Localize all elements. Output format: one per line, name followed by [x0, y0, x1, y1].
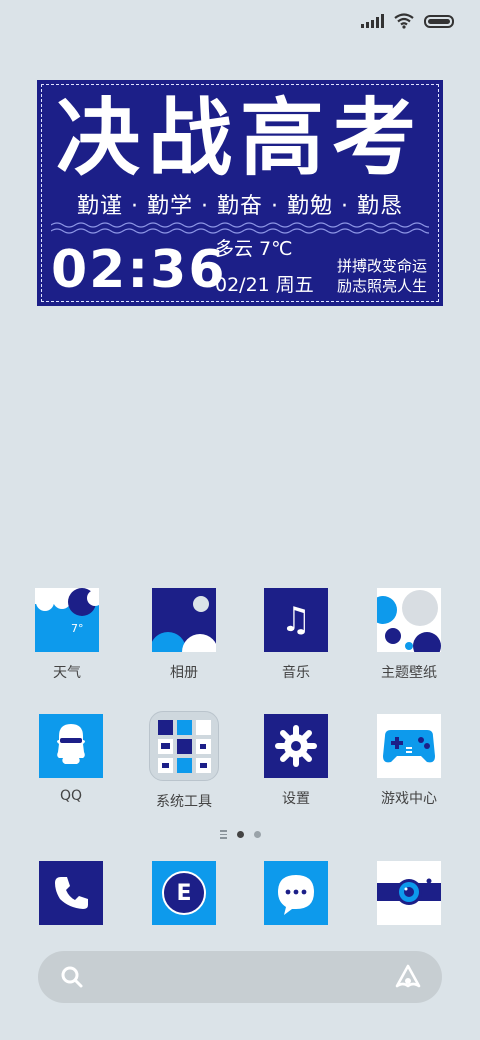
status-bar	[361, 10, 454, 32]
app-weather[interactable]: 7° 天气	[17, 588, 117, 682]
app-label: QQ	[59, 788, 83, 804]
page-dot-active[interactable]	[236, 830, 244, 838]
app-label: 主题壁纸	[381, 665, 437, 681]
search-icon[interactable]	[60, 965, 84, 989]
camera-icon	[377, 861, 441, 925]
app-settings[interactable]: 设置	[246, 714, 346, 808]
browser-e-icon: E	[152, 861, 216, 925]
app-label: 音乐	[282, 665, 310, 681]
page-dot[interactable]	[253, 830, 261, 838]
settings-gear-icon	[264, 714, 328, 778]
gallery-icon	[152, 588, 216, 652]
widget-motto: 勤谨 · 勤学 · 勤奋 · 勤勉 · 勤恳	[77, 194, 403, 219]
search-bar[interactable]	[38, 951, 442, 1003]
app-qq[interactable]: QQ	[21, 714, 121, 804]
app-game-center[interactable]: 游戏中心	[359, 714, 459, 808]
widget-slogan: 拼搏改变命运 励志照亮人生	[337, 256, 427, 296]
signal-icon	[361, 14, 384, 28]
system-tools-folder-icon	[149, 711, 219, 781]
widget-title: 决战高考	[55, 89, 424, 187]
messages-icon	[264, 861, 328, 925]
weather-temp: 7°	[71, 622, 84, 635]
app-music[interactable]: ♫ 音乐	[246, 588, 346, 682]
music-note-glyph: ♫	[280, 600, 312, 640]
qq-icon	[39, 714, 103, 778]
phone-icon	[39, 861, 103, 925]
weather-icon: 7°	[35, 588, 99, 652]
game-controller-icon	[377, 714, 441, 778]
page-indicator[interactable]	[0, 830, 480, 839]
wifi-icon	[394, 13, 414, 29]
dock-messages[interactable]	[246, 861, 346, 925]
app-label: 相册	[170, 665, 198, 681]
app-label: 天气	[53, 665, 81, 681]
slogan-line-2: 励志照亮人生	[336, 277, 427, 295]
app-themes[interactable]: 主题壁纸	[359, 588, 459, 682]
widget-date[interactable]: 02/21 周五	[215, 270, 314, 297]
dock-browser[interactable]: E	[134, 861, 234, 925]
themes-icon	[377, 588, 441, 652]
assistant-icon[interactable]	[394, 963, 422, 991]
dock-phone[interactable]	[21, 861, 121, 925]
app-label: 设置	[282, 791, 310, 807]
widget-weather[interactable]: 多云 7℃	[215, 234, 292, 261]
list-pages-icon[interactable]	[219, 830, 227, 839]
dock-camera[interactable]	[359, 861, 459, 925]
browser-letter: E	[176, 880, 192, 906]
app-label: 游戏中心	[381, 791, 437, 807]
widget-clock[interactable]: 02:36	[51, 238, 227, 302]
app-gallery[interactable]: 相册	[134, 588, 234, 682]
battery-icon	[424, 14, 454, 28]
app-label: 系统工具	[156, 794, 212, 810]
countdown-clock-widget[interactable]: 决战高考 勤谨 · 勤学 · 勤奋 · 勤勉 · 勤恳 02:36 多云 7℃ …	[37, 80, 443, 306]
slogan-line-1: 拼搏改变命运	[336, 257, 427, 275]
app-system-tools-folder[interactable]: 系统工具	[134, 711, 234, 811]
music-icon: ♫	[264, 588, 328, 652]
